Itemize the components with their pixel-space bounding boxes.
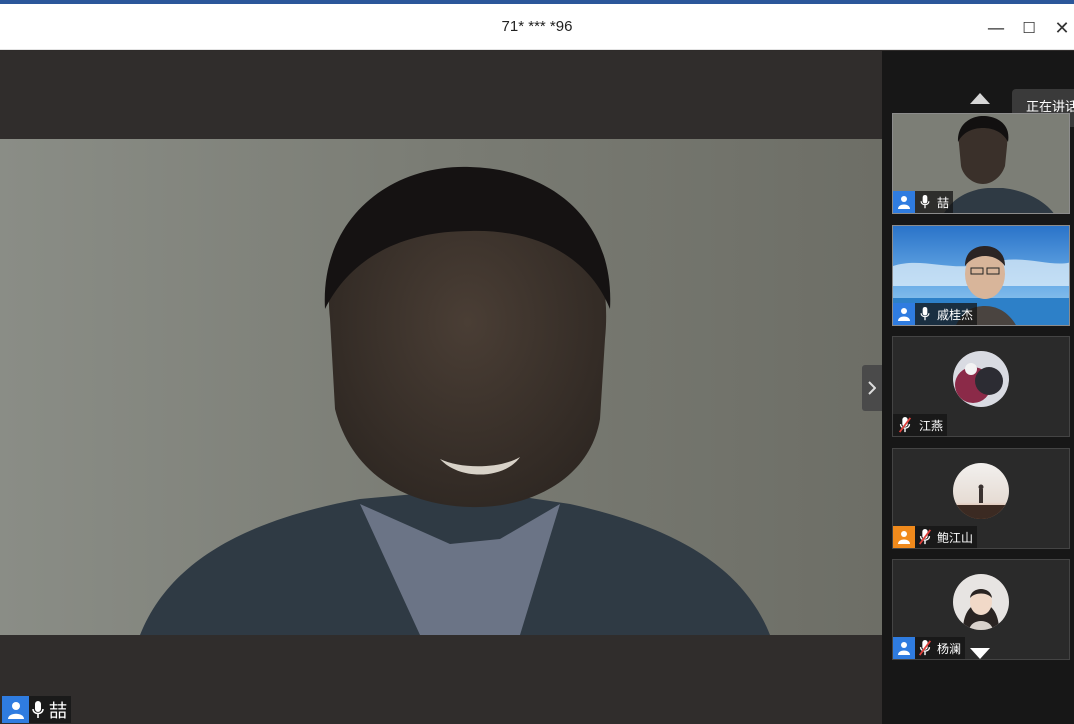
window-title: 71* *** *96 bbox=[501, 18, 573, 35]
user-icon bbox=[893, 637, 915, 659]
microphone-icon bbox=[915, 191, 935, 213]
scroll-down-arrow-icon[interactable] bbox=[970, 648, 990, 659]
participant-tile[interactable]: 杨澜 bbox=[892, 559, 1070, 660]
avatar bbox=[953, 574, 1009, 630]
participant-tile[interactable]: 江燕 bbox=[892, 336, 1070, 437]
participant-name: 喆 bbox=[937, 195, 950, 210]
user-icon bbox=[2, 696, 29, 723]
participant-name: 鲍江山 bbox=[937, 530, 974, 545]
minimize-button[interactable]: — bbox=[982, 14, 1010, 42]
main-video-feed[interactable] bbox=[0, 139, 882, 635]
user-icon bbox=[893, 191, 915, 213]
main-video-area[interactable]: 喆 bbox=[0, 51, 882, 724]
scroll-up-arrow-icon[interactable] bbox=[970, 93, 990, 104]
participant-name: 戚桂杰 bbox=[937, 307, 974, 322]
main-video-participant-name: 喆 bbox=[49, 700, 67, 722]
host-user-icon bbox=[893, 526, 915, 548]
participant-name-tag: 鲍江山 bbox=[893, 526, 978, 548]
main-video-name-tag: 喆 bbox=[2, 696, 71, 723]
microphone-icon bbox=[915, 303, 935, 325]
microphone-muted-icon bbox=[893, 414, 917, 436]
participant-name: 江燕 bbox=[919, 418, 944, 433]
title-bar: 71* *** *96 — ☐ ✕ bbox=[0, 4, 1074, 50]
avatar bbox=[953, 351, 1009, 407]
microphone-muted-icon bbox=[915, 637, 935, 659]
participant-name-tag: 杨澜 bbox=[893, 637, 966, 659]
participant-name-tag: 江燕 bbox=[893, 414, 948, 436]
participant-sidebar: 正在讲话 喆 戚桂杰 江燕 鲍江山 杨澜 bbox=[882, 51, 1074, 724]
collapse-sidebar-button[interactable] bbox=[862, 365, 882, 411]
participant-name-tag: 喆 bbox=[893, 191, 954, 213]
close-button[interactable]: ✕ bbox=[1048, 14, 1074, 42]
participant-tile[interactable]: 喆 bbox=[892, 113, 1070, 214]
participant-name-tag: 戚桂杰 bbox=[893, 303, 978, 325]
participant-tile[interactable]: 鲍江山 bbox=[892, 448, 1070, 549]
maximize-button[interactable]: ☐ bbox=[1015, 14, 1043, 42]
avatar bbox=[953, 463, 1009, 519]
microphone-muted-icon bbox=[915, 526, 935, 548]
chevron-right-icon bbox=[868, 381, 876, 395]
participant-tile[interactable]: 戚桂杰 bbox=[892, 225, 1070, 326]
microphone-icon bbox=[29, 696, 47, 723]
participant-name: 杨澜 bbox=[937, 641, 962, 656]
speaker-video-image bbox=[0, 139, 882, 635]
user-icon bbox=[893, 303, 915, 325]
